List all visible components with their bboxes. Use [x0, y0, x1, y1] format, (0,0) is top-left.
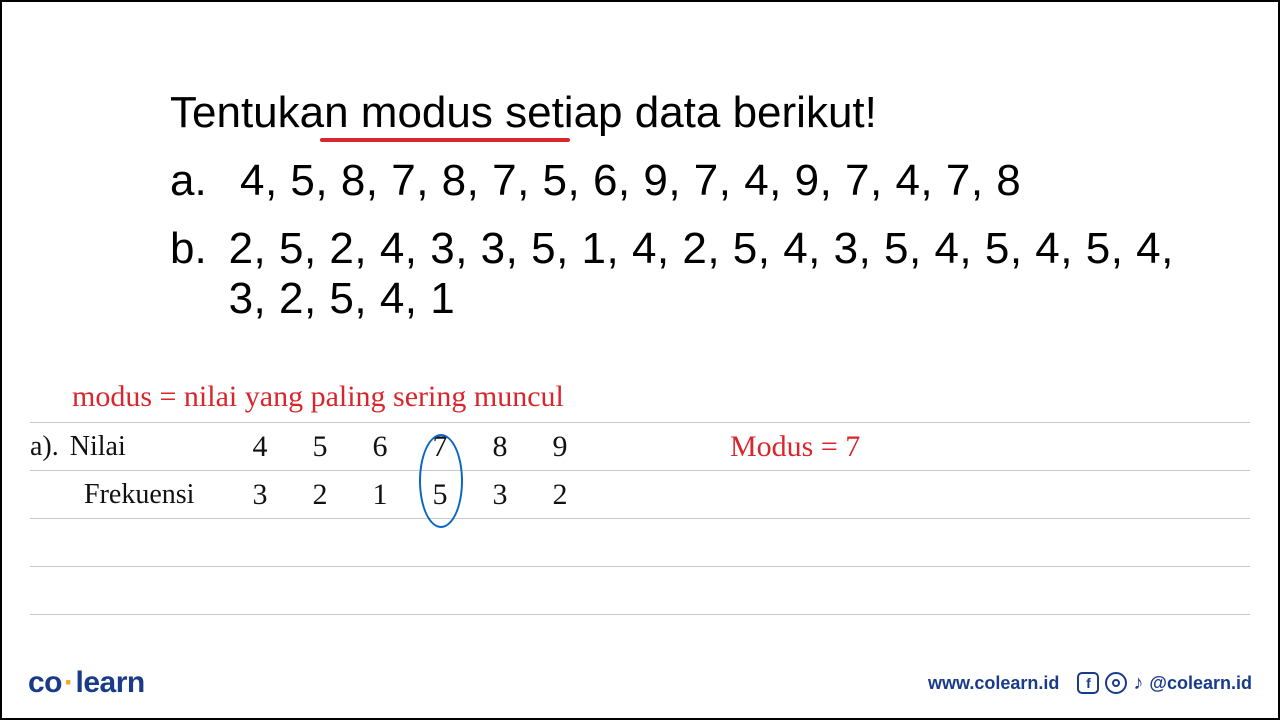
facebook-icon: f: [1077, 672, 1099, 694]
value-cell: 6: [350, 430, 410, 464]
footer-right: www.colearn.id f ♪ @colearn.id: [928, 672, 1252, 695]
logo-dot: ·: [62, 666, 76, 699]
title-wrap: Tentukan modus setiap data berikut!: [170, 88, 877, 138]
problem-item-a: a. 4, 5, 8, 7, 8, 7, 5, 6, 9, 7, 4, 9, 7…: [170, 156, 1220, 206]
value-cell: 4: [230, 430, 290, 464]
ruled-area: a). Nilai 4 5 6 7 8 9 Modus = 7 Frekuens…: [30, 422, 1250, 615]
part-a-prefix: a).: [30, 431, 63, 462]
footer-url: www.colearn.id: [928, 673, 1059, 694]
problem-block: Tentukan modus setiap data berikut! a. 4…: [170, 88, 1220, 324]
modus-definition: modus = nilai yang paling sering muncul: [72, 380, 1250, 414]
red-underline: [320, 138, 570, 142]
item-label: a.: [170, 156, 240, 206]
tiktok-icon: ♪: [1133, 672, 1143, 695]
value-text: 7: [433, 430, 448, 463]
item-label: b.: [170, 224, 229, 274]
value-row: a). Nilai 4 5 6 7 8 9 Modus = 7: [30, 423, 1250, 471]
social-icons: f ♪ @colearn.id: [1077, 672, 1252, 695]
freq-text: 5: [433, 478, 448, 511]
empty-ruled-row: [30, 519, 1250, 567]
freq-row: Frekuensi 3 2 1 5 3 2: [30, 471, 1250, 519]
instagram-icon: [1105, 672, 1127, 694]
row-label-frekuensi: Frekuensi: [30, 479, 230, 511]
worked-solution: modus = nilai yang paling sering muncul …: [30, 380, 1250, 615]
value-cell-circled: 7: [410, 430, 470, 464]
item-data: 2, 5, 2, 4, 3, 3, 5, 1, 4, 2, 5, 4, 3, 5…: [229, 224, 1220, 324]
footer: co·learn www.colearn.id f ♪ @colearn.id: [28, 666, 1252, 700]
freq-cell: 2: [290, 478, 350, 512]
colearn-logo: co·learn: [28, 666, 145, 700]
logo-right: learn: [76, 666, 145, 699]
freq-cell-circled: 5: [410, 478, 470, 512]
value-cell: 9: [530, 430, 590, 464]
freq-cell: 3: [230, 478, 290, 512]
row-lead: a). Nilai: [30, 431, 230, 463]
problem-item-b: b. 2, 5, 2, 4, 3, 3, 5, 1, 4, 2, 5, 4, 3…: [170, 224, 1220, 324]
social-handle: @colearn.id: [1149, 673, 1252, 694]
freq-cell: 1: [350, 478, 410, 512]
problem-title: Tentukan modus setiap data berikut!: [170, 88, 877, 138]
value-cell: 5: [290, 430, 350, 464]
modus-answer: Modus = 7: [730, 430, 860, 464]
logo-left: co: [28, 666, 62, 699]
value-cell: 8: [470, 430, 530, 464]
freq-cell: 2: [530, 478, 590, 512]
empty-ruled-row: [30, 567, 1250, 615]
item-data: 4, 5, 8, 7, 8, 7, 5, 6, 9, 7, 4, 9, 7, 4…: [240, 156, 1021, 206]
freq-cell: 3: [470, 478, 530, 512]
row-label-nilai: Nilai: [70, 431, 126, 462]
